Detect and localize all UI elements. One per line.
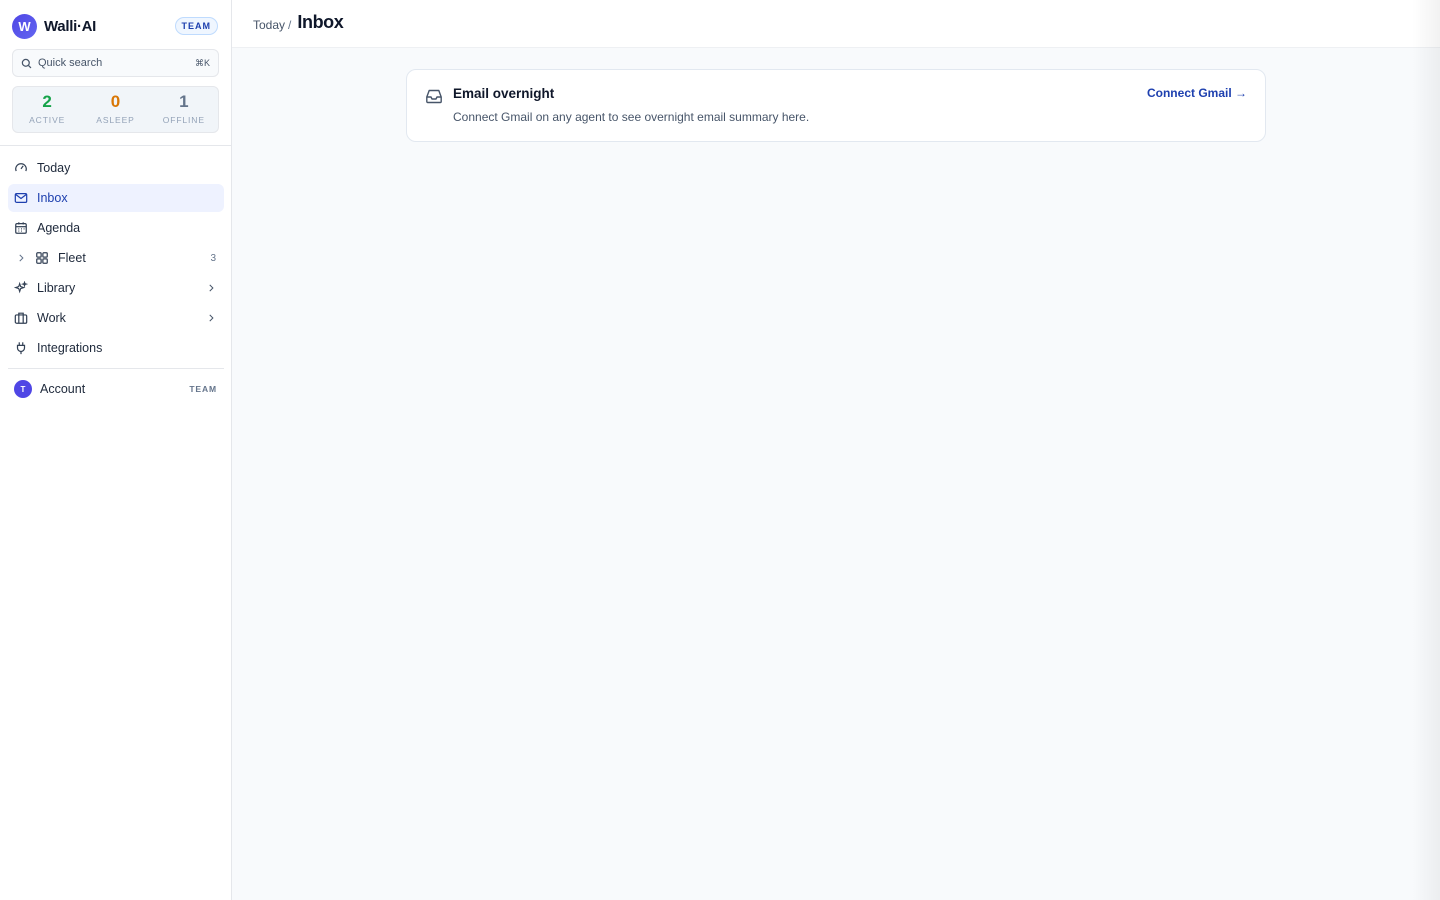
chevron-right-icon[interactable]: [14, 251, 28, 265]
chevron-right-icon: [206, 283, 216, 293]
inbox-tray-icon: [425, 87, 443, 105]
stat-offline-label: OFFLINE: [162, 115, 205, 125]
brand-name[interactable]: Walli·AI: [44, 18, 96, 35]
stat-asleep-value: 0: [110, 92, 121, 111]
plug-icon: [14, 341, 28, 355]
sidebar-item-label: Work: [37, 311, 66, 325]
search-icon: [21, 58, 32, 68]
page-title: Inbox: [297, 12, 344, 32]
card-title: Email overnight: [453, 86, 555, 101]
calendar-icon: [14, 221, 28, 235]
breadcrumb-today[interactable]: Today: [253, 18, 285, 32]
sidebar-item-label: Agenda: [37, 221, 81, 235]
agent-stats: 2 ACTIVE 0 ASLEEP 1 OFFLINE: [12, 86, 219, 133]
sidebar-item-label: Account: [40, 382, 86, 396]
sidebar: W Walli·AI TEAM Quick search ⌘K 2 ACTIVE…: [0, 0, 232, 900]
stat-asleep[interactable]: 0 ASLEEP: [81, 87, 149, 132]
stat-active-value: 2: [42, 92, 52, 111]
sidebar-item-label: Integrations: [37, 341, 103, 355]
sidebar-item-today[interactable]: Today: [8, 154, 224, 182]
fleet-count: 3: [210, 252, 216, 264]
sidebar-item-fleet[interactable]: Fleet 3: [8, 244, 224, 272]
account-plan-badge: TEAM: [189, 384, 217, 394]
sidebar-item-integrations[interactable]: Integrations: [8, 334, 224, 362]
brand-logo[interactable]: W: [12, 13, 37, 39]
quick-search[interactable]: Quick search ⌘K: [12, 49, 219, 77]
brand: W Walli·AI TEAM: [12, 13, 219, 39]
stat-active[interactable]: 2 ACTIVE: [13, 87, 81, 132]
top-bar: Today / Inbox: [232, 0, 1440, 48]
edge-shadow: [1412, 0, 1440, 900]
stat-offline-value: 1: [179, 92, 189, 111]
stat-asleep-label: ASLEEP: [96, 115, 135, 125]
sidebar-item-library[interactable]: Library: [8, 274, 224, 302]
sparkles-icon: [14, 281, 28, 295]
sidebar-item-work[interactable]: Work: [8, 304, 224, 332]
sidebar-item-label: Fleet: [58, 251, 86, 265]
stat-offline[interactable]: 1 OFFLINE: [150, 87, 218, 132]
email-overnight-card: Email overnight Connect Gmail on any age…: [406, 69, 1266, 142]
sidebar-divider: [0, 145, 231, 146]
sidebar-item-agenda[interactable]: Agenda: [8, 214, 224, 242]
mail-icon: [14, 191, 28, 205]
search-shortcut: ⌘K: [194, 57, 210, 68]
sidebar-item-label: Today: [37, 161, 71, 175]
chevron-right-icon: [206, 313, 216, 323]
search-placeholder: Quick search: [38, 57, 103, 69]
avatar: T: [14, 380, 32, 398]
sidebar-item-inbox[interactable]: Inbox: [8, 184, 224, 212]
sidebar-item-label: Inbox: [37, 191, 68, 205]
gauge-icon: [14, 161, 28, 175]
grid-icon: [35, 251, 49, 265]
sidebar-divider: [8, 368, 224, 369]
sidebar-item-account[interactable]: T Account TEAM: [8, 375, 224, 403]
breadcrumb-separator: /: [288, 18, 292, 32]
card-description: Connect Gmail on any agent to see overni…: [453, 110, 810, 124]
sidebar-item-label: Library: [37, 281, 76, 295]
connect-gmail-link[interactable]: Connect Gmail →: [1147, 86, 1247, 100]
briefcase-icon: [14, 311, 28, 325]
plan-badge: TEAM: [174, 17, 218, 35]
stat-active-label: ACTIVE: [29, 115, 66, 125]
